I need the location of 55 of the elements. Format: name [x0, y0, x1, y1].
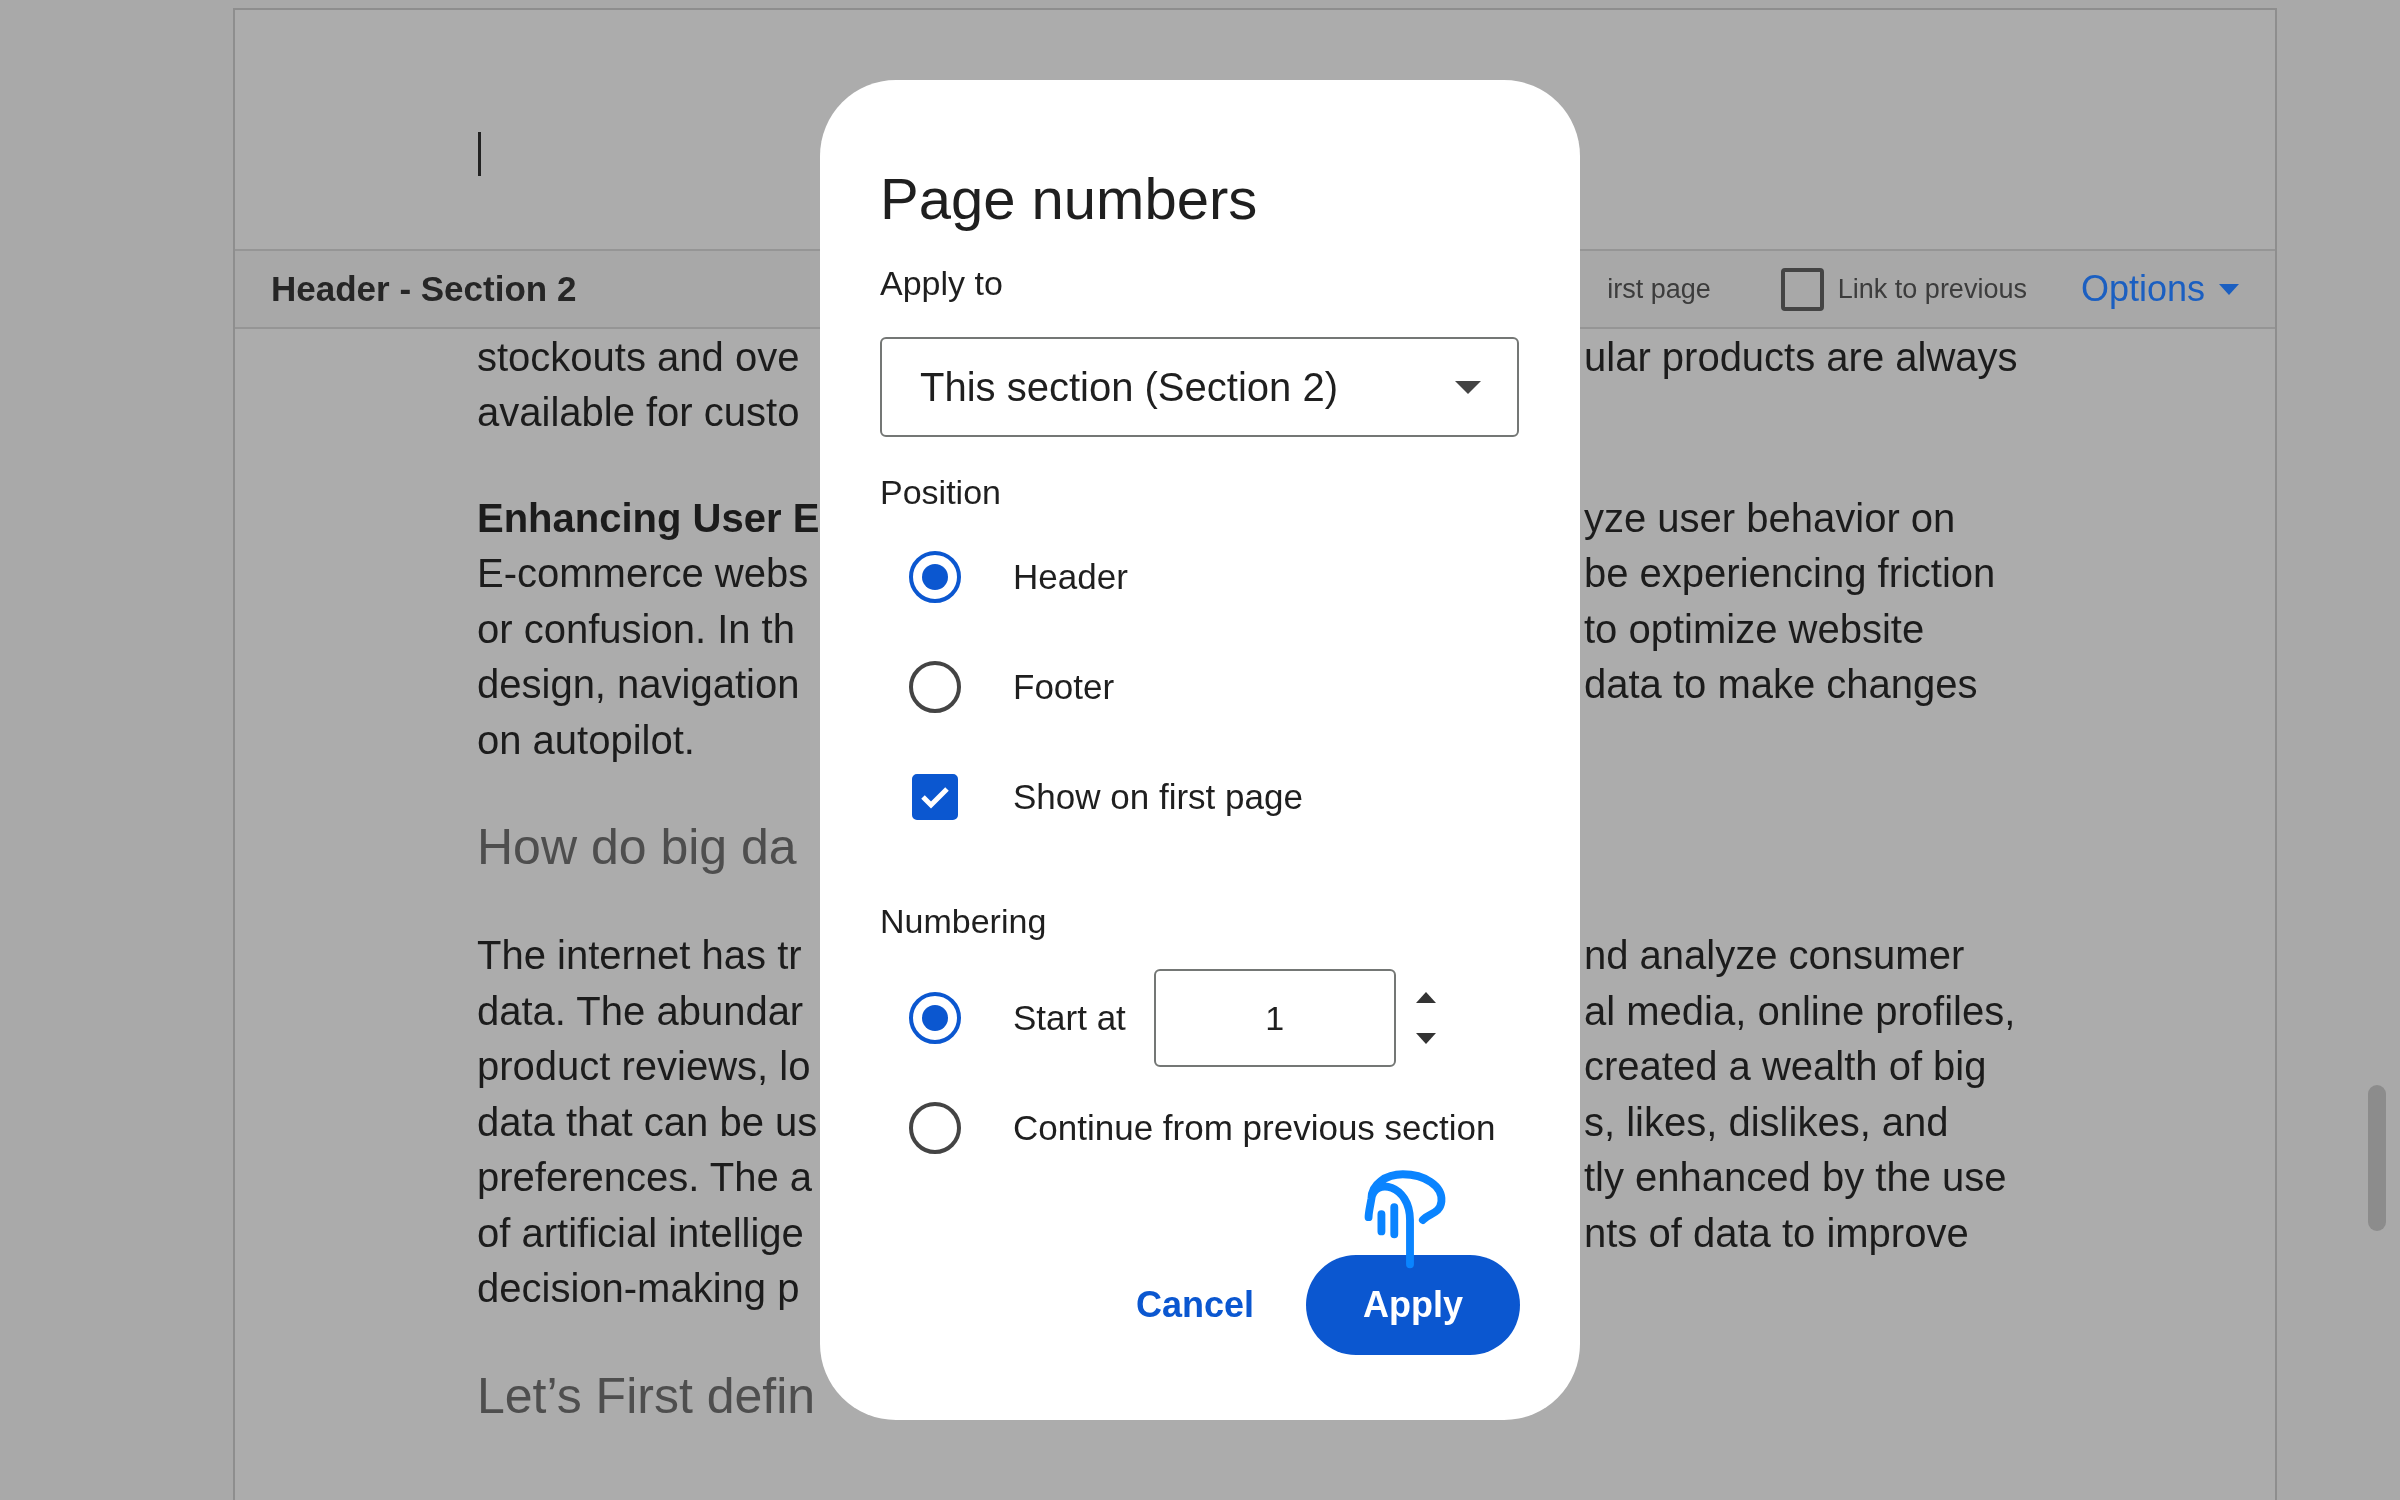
body-text: Enhancing User E — [476, 494, 821, 542]
option-label: Header — [1013, 555, 1128, 598]
first-page-label: irst page — [1607, 272, 1711, 306]
body-text: The internet has tr — [476, 932, 803, 980]
radio-button[interactable] — [909, 1102, 961, 1154]
option-label: Show on first page — [1013, 775, 1303, 818]
radio-button[interactable] — [909, 551, 961, 603]
radio-button[interactable] — [909, 661, 961, 713]
checkbox[interactable] — [912, 774, 958, 820]
caret-icon — [1455, 380, 1481, 394]
body-text: ular products are always — [1584, 333, 2018, 381]
section-label: Numbering — [880, 901, 1048, 942]
body-text: s, likes, dislikes, and — [1584, 1098, 1949, 1146]
body-text: nd analyze consumer — [1584, 932, 1965, 980]
caret-icon — [2219, 283, 2239, 295]
link-previous-label: Link to previous — [1837, 272, 2027, 306]
cancel-button[interactable]: Cancel — [1115, 1268, 1274, 1342]
body-text: design, navigation — [476, 661, 801, 709]
start-number-field[interactable]: 1 — [1153, 969, 1396, 1067]
radio-button[interactable] — [909, 992, 961, 1044]
section-label: Position — [880, 472, 1002, 513]
heading-text: How do big da — [476, 818, 798, 877]
body-text: decision-making p — [476, 1265, 801, 1313]
body-text: available for custo — [476, 389, 801, 437]
body-text: be experiencing friction — [1584, 550, 1996, 598]
check-icon — [920, 785, 950, 809]
option-label: Footer — [1013, 665, 1115, 708]
option-label: Start at — [1013, 996, 1126, 1039]
option-label: Continue from previous section — [1013, 1106, 1496, 1149]
body-text: data to make changes — [1584, 661, 1978, 709]
body-text: preferences. The a — [476, 1154, 814, 1202]
section-label: Apply to — [880, 263, 1004, 304]
body-text: E-commerce webs — [476, 550, 810, 598]
body-text: data. The abundar — [476, 987, 805, 1035]
body-text: of artificial intellige — [476, 1209, 805, 1257]
header-label: Header - Section 2 — [271, 267, 577, 310]
body-text: tly enhanced by the use — [1584, 1154, 2007, 1202]
body-text: al media, online profiles, — [1584, 987, 2016, 1035]
link-previous-checkbox[interactable] — [1780, 267, 1824, 311]
apply-button[interactable]: Apply — [1306, 1255, 1520, 1355]
apply-to-dropdown[interactable]: This section (Section 2) — [880, 337, 1519, 437]
body-text: data that can be us — [476, 1098, 819, 1146]
increment-icon[interactable] — [1415, 992, 1436, 1003]
text-cursor — [478, 132, 481, 176]
body-text: nts of data to improve — [1584, 1209, 1969, 1257]
body-text: to optimize website — [1584, 605, 1925, 653]
body-text: or confusion. In th — [476, 605, 796, 653]
body-text: stockouts and ove — [476, 333, 801, 381]
decrement-icon[interactable] — [1415, 1033, 1436, 1044]
body-text: created a wealth of big — [1584, 1043, 1987, 1091]
body-text: on autopilot. — [476, 716, 696, 764]
heading-text: Let’s First defin — [476, 1366, 817, 1426]
body-text: yze user behavior on — [1584, 494, 1956, 542]
body-text: product reviews, lo — [476, 1043, 812, 1091]
scrollbar[interactable] — [2368, 1085, 2386, 1231]
